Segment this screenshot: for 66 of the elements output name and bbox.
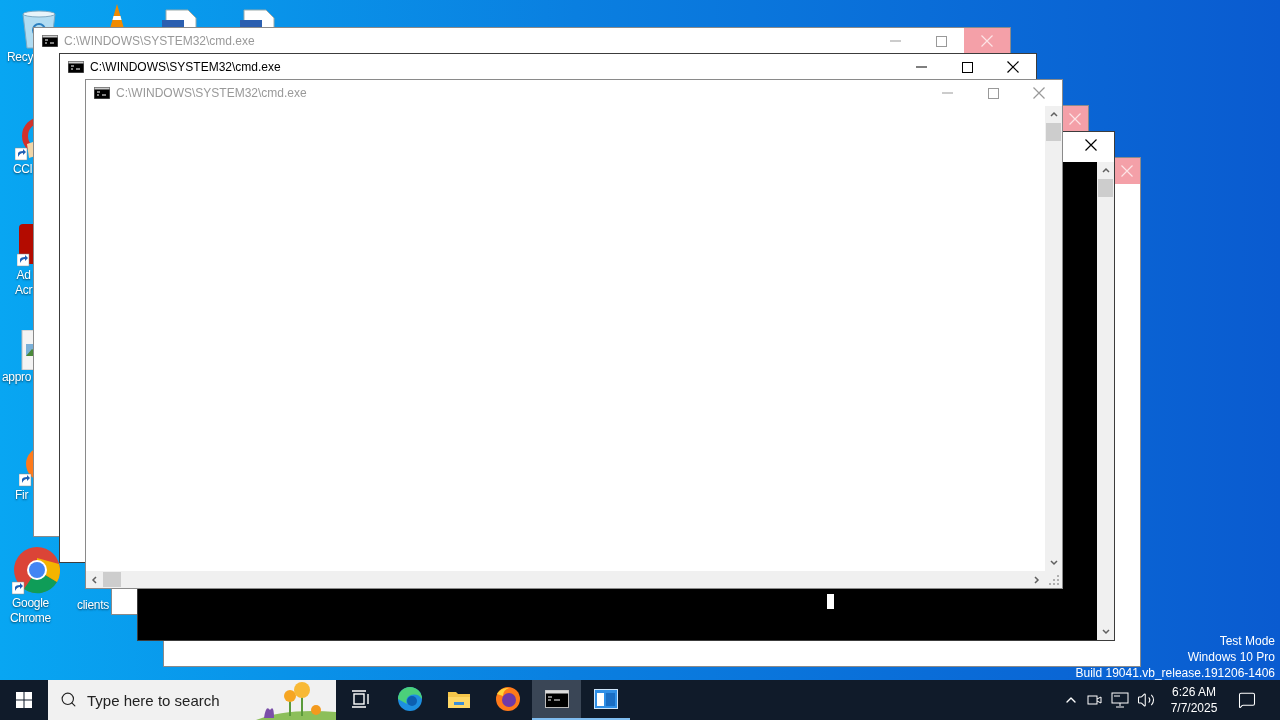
window-title: C:\WINDOWS\SYSTEM32\cmd.exe	[116, 85, 307, 102]
edge-icon	[396, 686, 423, 712]
desktop-notice-text: Windows 10 Pro	[1187, 651, 1275, 664]
vertical-scrollbar[interactable]	[1097, 162, 1114, 640]
minimize-icon	[889, 40, 901, 42]
text-cursor	[827, 594, 834, 609]
scrollbar-thumb[interactable]	[1098, 179, 1113, 197]
console-icon	[94, 87, 110, 99]
minimize-icon	[915, 66, 927, 68]
speaker-icon[interactable]	[1137, 691, 1155, 709]
scrollbar-thumb[interactable]	[1046, 123, 1061, 141]
clock[interactable]: 6:26 AM 7/7/2025	[1163, 684, 1225, 716]
horizontal-scrollbar[interactable]	[86, 571, 1045, 588]
console-icon	[68, 61, 84, 73]
folder-icon	[446, 689, 471, 709]
close-icon	[1085, 139, 1097, 151]
fox-globe-icon	[494, 686, 521, 712]
network-icon[interactable]	[1111, 692, 1129, 708]
search-field[interactable]: Type here to search	[48, 680, 336, 720]
close-icon	[1121, 165, 1133, 177]
chevron-down-icon	[1100, 626, 1111, 637]
clock-time: 6:26 AM	[1172, 684, 1216, 700]
desktop-icon-label[interactable]: CCl	[13, 162, 33, 177]
close-button[interactable]	[964, 28, 1010, 54]
close-icon	[1069, 113, 1081, 125]
desktop-icon-label[interactable]: Ad	[16, 268, 31, 283]
windows-logo-icon	[16, 692, 32, 708]
chevron-left-icon	[89, 574, 100, 585]
close-icon	[1007, 61, 1019, 73]
scrollbar-thumb[interactable]	[103, 572, 121, 587]
acrobat-icon[interactable]	[17, 224, 33, 268]
desktop-notice-text: Build 19041.vb_release.191206-1406	[1075, 667, 1275, 680]
minimize-icon	[941, 92, 953, 94]
taskbar-app-button[interactable]	[532, 680, 581, 720]
desktop-notice-text: Test Mode	[1219, 635, 1275, 648]
clock-date: 7/7/2025	[1170, 700, 1218, 716]
document-icon[interactable]	[238, 8, 278, 27]
window-title: C:\WINDOWS\SYSTEM32\cmd.exe	[90, 59, 281, 76]
desktop-icon-label[interactable]: Acr	[15, 283, 33, 298]
close-icon	[1033, 87, 1045, 99]
close-button[interactable]	[1114, 158, 1140, 184]
desktop-icon-label[interactable]: clients	[77, 598, 109, 613]
close-button[interactable]	[1062, 106, 1088, 132]
task-view-icon	[350, 690, 371, 708]
desktop-icon-label[interactable]: Google	[12, 596, 49, 611]
vertical-scrollbar[interactable]	[1045, 106, 1062, 571]
chevron-right-icon	[1031, 574, 1042, 585]
search-icon	[60, 691, 77, 708]
window-title: C:\WINDOWS\SYSTEM32\cmd.exe	[64, 33, 255, 50]
chevron-down-icon	[1048, 557, 1059, 568]
desktop-icon-label[interactable]: Recy	[7, 50, 34, 65]
desktop-icon-label[interactable]: Chrome	[10, 611, 51, 626]
camera-icon[interactable]	[1087, 692, 1103, 708]
cleaner-icon[interactable]	[15, 118, 33, 162]
document-icon[interactable]	[160, 8, 200, 27]
console-icon	[42, 35, 58, 47]
desktop-icon-label[interactable]: appro	[2, 370, 32, 385]
maximize-icon	[935, 35, 947, 47]
window-app-icon	[593, 689, 618, 709]
maximize-icon	[961, 61, 973, 73]
desktop-icon-label[interactable]: Fir	[15, 488, 29, 503]
close-icon	[981, 35, 993, 47]
console-icon	[544, 690, 569, 708]
notification-icon[interactable]	[1238, 691, 1256, 709]
chrome-icon[interactable]	[12, 546, 62, 596]
maximize-icon	[987, 87, 999, 99]
